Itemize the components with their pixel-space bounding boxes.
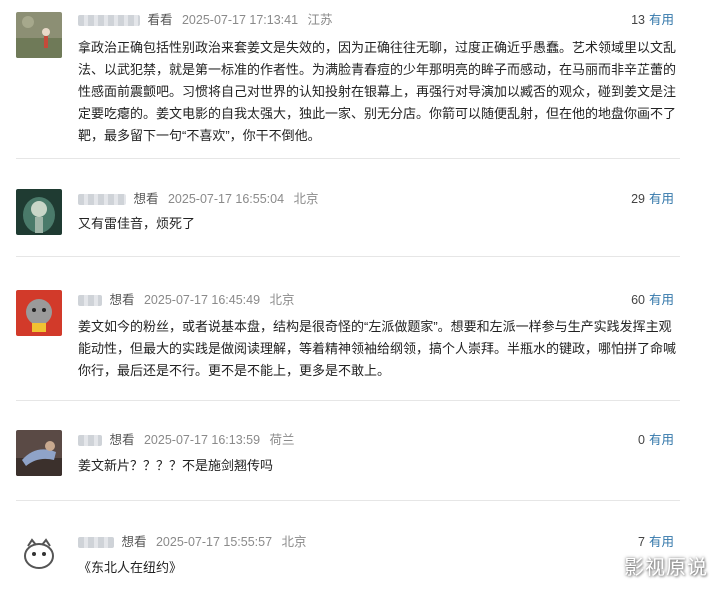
vote-box: 60 有用 xyxy=(631,290,674,310)
useful-button[interactable]: 有用 xyxy=(649,535,674,549)
comment-meta: 想看 2025-07-17 16:13:59 荷兰 xyxy=(78,430,295,450)
comment-time: 2025-07-17 16:13:59 xyxy=(143,433,261,447)
avatar[interactable] xyxy=(16,189,62,235)
watch-status: 想看 xyxy=(133,192,159,206)
comment-text: 《东北人在纽约》 xyxy=(78,560,183,575)
watch-status: 想看 xyxy=(109,293,135,307)
vote-count: 29 xyxy=(631,192,645,206)
comment-time: 2025-07-17 17:13:41 xyxy=(181,13,299,27)
vote-box: 13 有用 xyxy=(631,10,674,30)
divider xyxy=(16,158,680,159)
avatar[interactable] xyxy=(16,290,62,336)
comment-text: 拿政治正确包括性别政治来套姜文是失效的，因为正确往往无聊，过度正确近乎愚蠢。艺术… xyxy=(78,40,677,143)
comment-meta: 想看 2025-07-17 16:45:49 北京 xyxy=(78,290,295,310)
vote-count: 0 xyxy=(638,433,645,447)
username-blurred[interactable] xyxy=(78,435,102,447)
comment-text: 姜文新片？？？？不是施剑翘传吗 xyxy=(78,458,274,473)
username-blurred[interactable] xyxy=(78,194,126,206)
comment-location: 荷兰 xyxy=(269,433,295,447)
avatar[interactable] xyxy=(16,430,62,476)
comment-text: 姜文如今的粉丝，或者说基本盘，结构是很奇怪的“左派做题家”。想要和左派一样参与生… xyxy=(78,319,677,378)
useful-button[interactable]: 有用 xyxy=(649,293,674,307)
vote-count: 60 xyxy=(631,293,645,307)
avatar[interactable] xyxy=(16,12,62,58)
watch-status: 想看 xyxy=(109,433,135,447)
useful-button[interactable]: 有用 xyxy=(649,192,674,206)
divider xyxy=(16,256,680,257)
comment-location: 北京 xyxy=(293,192,319,206)
comment-time: 2025-07-17 15:55:57 xyxy=(155,535,273,549)
watch-status: 想看 xyxy=(121,535,147,549)
comment-location: 北京 xyxy=(269,293,295,307)
comment-time: 2025-07-17 16:55:04 xyxy=(167,192,285,206)
vote-box: 7 有用 xyxy=(638,532,674,552)
useful-button[interactable]: 有用 xyxy=(649,433,674,447)
comment-location: 北京 xyxy=(281,535,307,549)
vote-box: 0 有用 xyxy=(638,430,674,450)
vote-count: 7 xyxy=(638,535,645,549)
avatar[interactable] xyxy=(16,532,62,578)
comment-meta: 看看 2025-07-17 17:13:41 江苏 xyxy=(78,10,333,30)
useful-button[interactable]: 有用 xyxy=(649,13,674,27)
comment-location: 江苏 xyxy=(307,13,333,27)
username-blurred[interactable] xyxy=(78,295,102,307)
divider xyxy=(16,400,680,401)
username-blurred[interactable] xyxy=(78,537,114,549)
comment-text: 又有雷佳音，烦死了 xyxy=(78,216,196,231)
comment-time: 2025-07-17 16:45:49 xyxy=(143,293,261,307)
vote-box: 29 有用 xyxy=(631,189,674,209)
watch-status: 看看 xyxy=(147,13,173,27)
comment-meta: 想看 2025-07-17 16:55:04 北京 xyxy=(78,189,319,209)
comment-meta: 想看 2025-07-17 15:55:57 北京 xyxy=(78,532,307,552)
watermark: 影视原说 xyxy=(624,557,708,579)
username-blurred[interactable] xyxy=(78,15,140,27)
divider xyxy=(16,500,680,501)
vote-count: 13 xyxy=(631,13,645,27)
